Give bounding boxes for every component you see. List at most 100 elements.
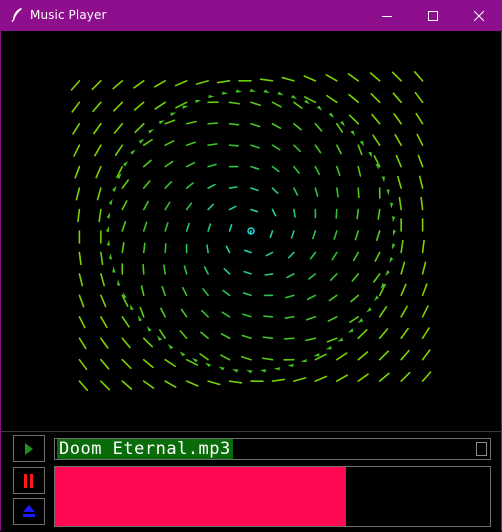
field-stroke <box>325 74 338 82</box>
maximize-button[interactable] <box>410 0 456 31</box>
field-stroke <box>240 355 252 361</box>
field-stroke <box>185 380 199 387</box>
field-stroke <box>370 93 381 104</box>
field-stroke <box>228 223 233 232</box>
field-stroke <box>185 161 196 168</box>
field-stroke <box>142 221 148 232</box>
ring-arrow <box>106 239 110 247</box>
field-stroke <box>121 242 125 254</box>
field-stroke <box>78 358 88 371</box>
field-stroke <box>271 122 282 130</box>
field-stroke <box>142 242 146 254</box>
field-stroke <box>312 230 317 240</box>
field-stroke <box>283 337 295 340</box>
field-stroke <box>78 251 82 266</box>
minimize-button[interactable] <box>364 0 410 31</box>
ring-arrow <box>106 226 109 233</box>
ring-arrow <box>249 88 256 92</box>
field-stroke <box>400 283 407 297</box>
field-stroke <box>77 208 81 223</box>
field-stroke <box>100 273 105 287</box>
eject-button[interactable] <box>13 498 45 525</box>
field-stroke <box>397 175 402 189</box>
field-stroke <box>356 208 360 220</box>
progress-bar[interactable] <box>54 466 491 527</box>
ring-arrow <box>381 176 385 183</box>
field-stroke <box>164 181 173 189</box>
ring-arrow <box>112 266 116 273</box>
track-filename: Doom Eternal.mp3 <box>57 439 233 459</box>
field-stroke <box>228 122 240 126</box>
field-stroke <box>121 358 132 369</box>
field-stroke <box>293 101 303 109</box>
ring-arrow <box>375 164 379 170</box>
field-stroke <box>179 330 188 340</box>
field-stroke <box>421 327 430 340</box>
field-stroke <box>164 160 174 168</box>
field-stroke <box>415 112 424 125</box>
field-stroke <box>285 294 295 299</box>
ring-arrow <box>325 345 332 350</box>
player-controls: Doom Eternal.mp3 <box>1 431 501 532</box>
field-stroke <box>70 80 81 91</box>
field-stroke <box>121 380 133 390</box>
field-stroke <box>357 187 360 199</box>
field-stroke <box>421 349 431 361</box>
field-stroke <box>250 165 260 170</box>
ring-arrow <box>218 366 225 371</box>
field-stroke <box>400 239 404 254</box>
field-stroke <box>242 313 252 318</box>
field-stroke <box>220 354 231 361</box>
field-stroke <box>250 144 260 149</box>
field-stroke <box>357 351 369 361</box>
field-stroke <box>250 208 259 213</box>
field-stroke <box>374 251 381 262</box>
pause-icon <box>24 473 33 488</box>
scroll-indicator[interactable] <box>476 442 487 456</box>
field-stroke <box>335 208 338 219</box>
field-stroke <box>250 101 262 107</box>
field-stroke <box>314 187 319 197</box>
eject-icon <box>23 505 35 517</box>
maximize-icon <box>428 10 438 21</box>
field-stroke <box>400 305 408 318</box>
ring-arrow <box>316 105 323 111</box>
field-stroke <box>142 263 145 275</box>
field-stroke <box>264 273 274 276</box>
close-button[interactable] <box>456 0 502 31</box>
field-stroke <box>305 337 317 342</box>
ring-arrow <box>182 105 189 109</box>
field-stroke <box>92 101 102 113</box>
ring-arrow <box>138 315 143 322</box>
field-stroke <box>154 101 166 110</box>
ring-arrow <box>208 95 215 99</box>
ring-arrow <box>117 279 121 286</box>
field-stroke <box>287 251 295 259</box>
field-stroke <box>113 101 124 112</box>
field-stroke <box>225 245 231 254</box>
field-stroke <box>142 180 151 189</box>
field-stroke <box>306 294 317 301</box>
field-stroke <box>202 288 209 297</box>
field-stroke <box>185 182 194 189</box>
field-stroke <box>418 175 424 189</box>
field-stroke <box>308 273 317 280</box>
pause-button[interactable] <box>13 467 45 494</box>
ring-arrow <box>337 337 343 342</box>
ring-arrow <box>232 369 239 373</box>
field-stroke <box>335 165 341 177</box>
field-stroke <box>228 101 240 105</box>
field-stroke <box>100 337 109 349</box>
field-stroke <box>96 187 102 201</box>
field-stroke <box>326 337 338 343</box>
play-button[interactable] <box>13 435 45 462</box>
field-stroke <box>142 138 153 146</box>
field-stroke <box>74 165 81 179</box>
field-stroke <box>391 71 402 82</box>
field-stroke <box>350 294 360 303</box>
field-stroke <box>335 187 339 198</box>
field-stroke <box>354 230 360 241</box>
ring-arrow <box>147 325 152 332</box>
field-stroke <box>121 179 129 189</box>
field-stroke <box>421 371 432 382</box>
